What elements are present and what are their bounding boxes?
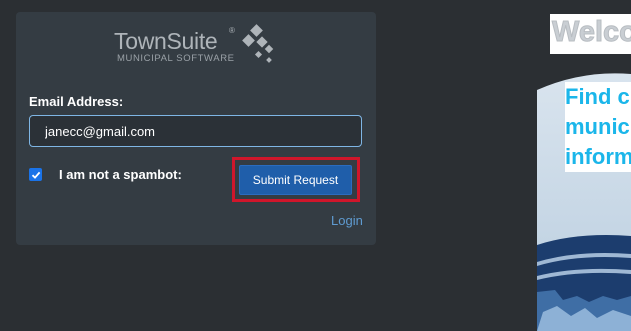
- logo-cubes-icon: [242, 24, 274, 63]
- request-card: TownSuite ® MUNICIPAL SOFTWARE Email Add…: [16, 12, 376, 245]
- logo-wordmark: TownSuite: [114, 28, 218, 54]
- checkmark-icon: [31, 171, 40, 179]
- townsuite-logo: TownSuite ® MUNICIPAL SOFTWARE: [114, 24, 284, 68]
- login-link[interactable]: Login: [331, 213, 363, 228]
- hero-panel: Welco Find c munic inform: [537, 0, 631, 331]
- welcome-heading: Welco: [552, 16, 631, 49]
- spambot-label: I am not a spambot:: [59, 167, 182, 182]
- spambot-checkbox[interactable]: [29, 168, 42, 181]
- email-label: Email Address:: [29, 94, 124, 109]
- find-heading: Find c munic inform: [565, 82, 631, 172]
- logo-tagline: MUNICIPAL SOFTWARE: [117, 53, 235, 64]
- find-heading-line-1: Find c: [565, 82, 631, 112]
- find-heading-line-3: inform: [565, 142, 631, 172]
- find-heading-line-2: munic: [565, 112, 631, 142]
- email-field[interactable]: [29, 115, 362, 147]
- submit-request-button[interactable]: Submit Request: [239, 165, 352, 195]
